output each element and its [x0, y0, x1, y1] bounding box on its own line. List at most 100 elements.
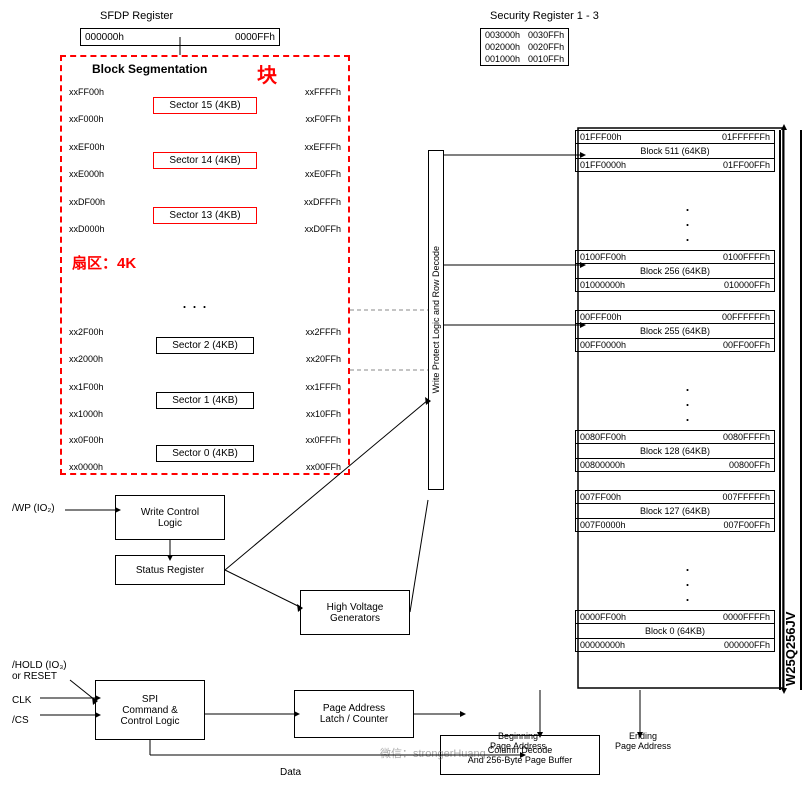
- sector-13-box: Sector 13 (4KB): [153, 207, 256, 224]
- beginning-addr-label: BeginningPage Address: [490, 731, 546, 751]
- b128-label: Block 128 (64KB): [576, 444, 774, 458]
- sector-15-group: xxFF00h xxFFFFh Sector 15 (4KB) xxF000h …: [67, 87, 343, 124]
- s1-tr: xx1FFFh: [305, 382, 341, 392]
- b256-label: Block 256 (64KB): [576, 264, 774, 278]
- b127-tl: 007FF00h: [580, 492, 621, 502]
- sector-0-group: xx0F00h xx0FFFh Sector 0 (4KB) xx0000h x…: [67, 435, 343, 472]
- b256-bl: 01000000h: [580, 280, 625, 290]
- block-256: 0100FF00h 0100FFFFh Block 256 (64KB) 010…: [575, 250, 775, 292]
- data-label: Data: [280, 767, 301, 778]
- security-end-1: 0030FFh: [524, 29, 569, 42]
- hold-label: /HOLD (IO₃)or RESET: [12, 660, 67, 682]
- chip-label-container: W25Q256JV: [779, 130, 802, 690]
- wp-logic-vertical: Write Protect Logic and Row Decode: [428, 150, 444, 490]
- security-row-1: 003000h 0030FFh: [481, 29, 569, 42]
- page-address-latch-label: Page AddressLatch / Counter: [320, 703, 388, 725]
- block-127: 007FF00h 007FFFFFh Block 127 (64KB) 007F…: [575, 490, 775, 532]
- s1-tl: xx1F00h: [69, 382, 104, 392]
- b127-br: 007F00FFh: [723, 520, 770, 530]
- s14-tl: xxEF00h: [69, 142, 105, 152]
- b511-bl: 01FF0000h: [580, 160, 626, 170]
- s0-br: xx00FFh: [306, 462, 341, 472]
- wp-logic-label: Write Protect Logic and Row Decode: [431, 246, 441, 393]
- high-voltage-label: High VoltageGenerators: [327, 602, 384, 624]
- b256-tl: 0100FF00h: [580, 252, 626, 262]
- s15-tl: xxFF00h: [69, 87, 104, 97]
- sector-15-box: Sector 15 (4KB): [153, 97, 256, 114]
- s0-tr: xx0FFFh: [305, 435, 341, 445]
- block-255: 00FFF00h 00FFFFFFh Block 255 (64KB) 00FF…: [575, 310, 775, 352]
- fan-label: 扇区：4K: [72, 252, 136, 273]
- security-row-3: 001000h 0010FFh: [481, 53, 569, 66]
- block-chinese-title: 块: [257, 59, 277, 88]
- b127-tr: 007FFFFFh: [722, 492, 770, 502]
- diagram-container: SFDP Register 000000h 0000FFh Security R…: [0, 0, 810, 796]
- block-128: 0080FF00h 0080FFFFh Block 128 (64KB) 008…: [575, 430, 775, 472]
- high-voltage-box: High VoltageGenerators: [300, 590, 410, 635]
- security-end-3: 0010FFh: [524, 53, 569, 66]
- s13-bl: xxD000h: [69, 224, 105, 234]
- b256-br: 010000FFh: [724, 280, 770, 290]
- b128-tr: 0080FFFFh: [723, 432, 770, 442]
- sector-1-box: Sector 1 (4KB): [156, 392, 254, 409]
- sfdp-bar: 000000h 0000FFh: [80, 28, 280, 46]
- b255-label: Block 255 (64KB): [576, 324, 774, 338]
- security-start-2: 002000h: [481, 41, 525, 53]
- b0-br: 000000FFh: [724, 640, 770, 650]
- sector-13-group: xxDF00h xxDFFFh Sector 13 (4KB) xxD000h …: [67, 197, 343, 234]
- write-control-label: Write ControlLogic: [141, 507, 199, 529]
- s0-bl: xx0000h: [69, 462, 103, 472]
- b255-tr: 00FFFFFFh: [722, 312, 770, 322]
- block-seg-title: Block Segmentation: [92, 62, 207, 76]
- security-start-3: 001000h: [481, 53, 525, 66]
- b127-bl: 007F0000h: [580, 520, 626, 530]
- s2-tr: xx2FFFh: [305, 327, 341, 337]
- b255-br: 00FF00FFh: [723, 340, 770, 350]
- block-511: 01FFF00h 01FFFFFFh Block 511 (64KB) 01FF…: [575, 130, 775, 172]
- s0-tl: xx0F00h: [69, 435, 104, 445]
- dots-top3: .: [685, 225, 690, 246]
- b0-tl: 0000FF00h: [580, 612, 626, 622]
- s14-br: xxE0FFh: [305, 169, 341, 179]
- b128-br: 00800FFh: [729, 460, 770, 470]
- s2-bl: xx2000h: [69, 354, 103, 364]
- dots-middle: . . .: [182, 292, 207, 313]
- sfdp-addr-start: 000000h: [85, 32, 124, 43]
- watermark: 微信：strongerHuang: [380, 745, 486, 761]
- sector-14-group: xxEF00h xxEFFFh Sector 14 (4KB) xxE000h …: [67, 142, 343, 179]
- sector-14-box: Sector 14 (4KB): [153, 152, 256, 169]
- chip-label: W25Q256JV: [779, 130, 802, 690]
- b511-br: 01FF00FFh: [723, 160, 770, 170]
- b0-tr: 0000FFFFh: [723, 612, 770, 622]
- s1-bl: xx1000h: [69, 409, 103, 419]
- b511-label: Block 511 (64KB): [576, 144, 774, 158]
- security-row-2: 002000h 0020FFh: [481, 41, 569, 53]
- b0-bl: 00000000h: [580, 640, 625, 650]
- b128-bl: 00800000h: [580, 460, 625, 470]
- s2-br: xx20FFh: [306, 354, 341, 364]
- cs-label: /CS: [12, 715, 29, 726]
- wp-label: /WP (IO₂): [12, 503, 55, 514]
- dots-bot3: .: [685, 585, 690, 606]
- spi-command-box: SPICommand &Control Logic: [95, 680, 205, 740]
- clk-label: CLK: [12, 695, 31, 706]
- dots-mid3: .: [685, 405, 690, 426]
- sfdp-addr-end: 0000FFh: [235, 32, 275, 43]
- ending-addr-label: EndingPage Address: [615, 731, 671, 751]
- status-register-box: Status Register: [115, 555, 225, 585]
- security-table: 003000h 0030FFh 002000h 0020FFh 001000h …: [480, 28, 569, 66]
- b0-label: Block 0 (64KB): [576, 624, 774, 638]
- sector-2-box: Sector 2 (4KB): [156, 337, 254, 354]
- security-start-1: 003000h: [481, 29, 525, 42]
- s14-bl: xxE000h: [69, 169, 104, 179]
- s15-br: xxF0FFh: [305, 114, 341, 124]
- sector-2-group: xx2F00h xx2FFFh Sector 2 (4KB) xx2000h x…: [67, 327, 343, 364]
- security-end-2: 0020FFh: [524, 41, 569, 53]
- s14-tr: xxEFFFh: [304, 142, 341, 152]
- s15-bl: xxF000h: [69, 114, 104, 124]
- s13-br: xxD0FFh: [304, 224, 341, 234]
- s13-tr: xxDFFFh: [304, 197, 341, 207]
- b255-tl: 00FFF00h: [580, 312, 622, 322]
- spi-command-label: SPICommand &Control Logic: [121, 694, 180, 727]
- sector-1-group: xx1F00h xx1FFFh Sector 1 (4KB) xx1000h x…: [67, 382, 343, 419]
